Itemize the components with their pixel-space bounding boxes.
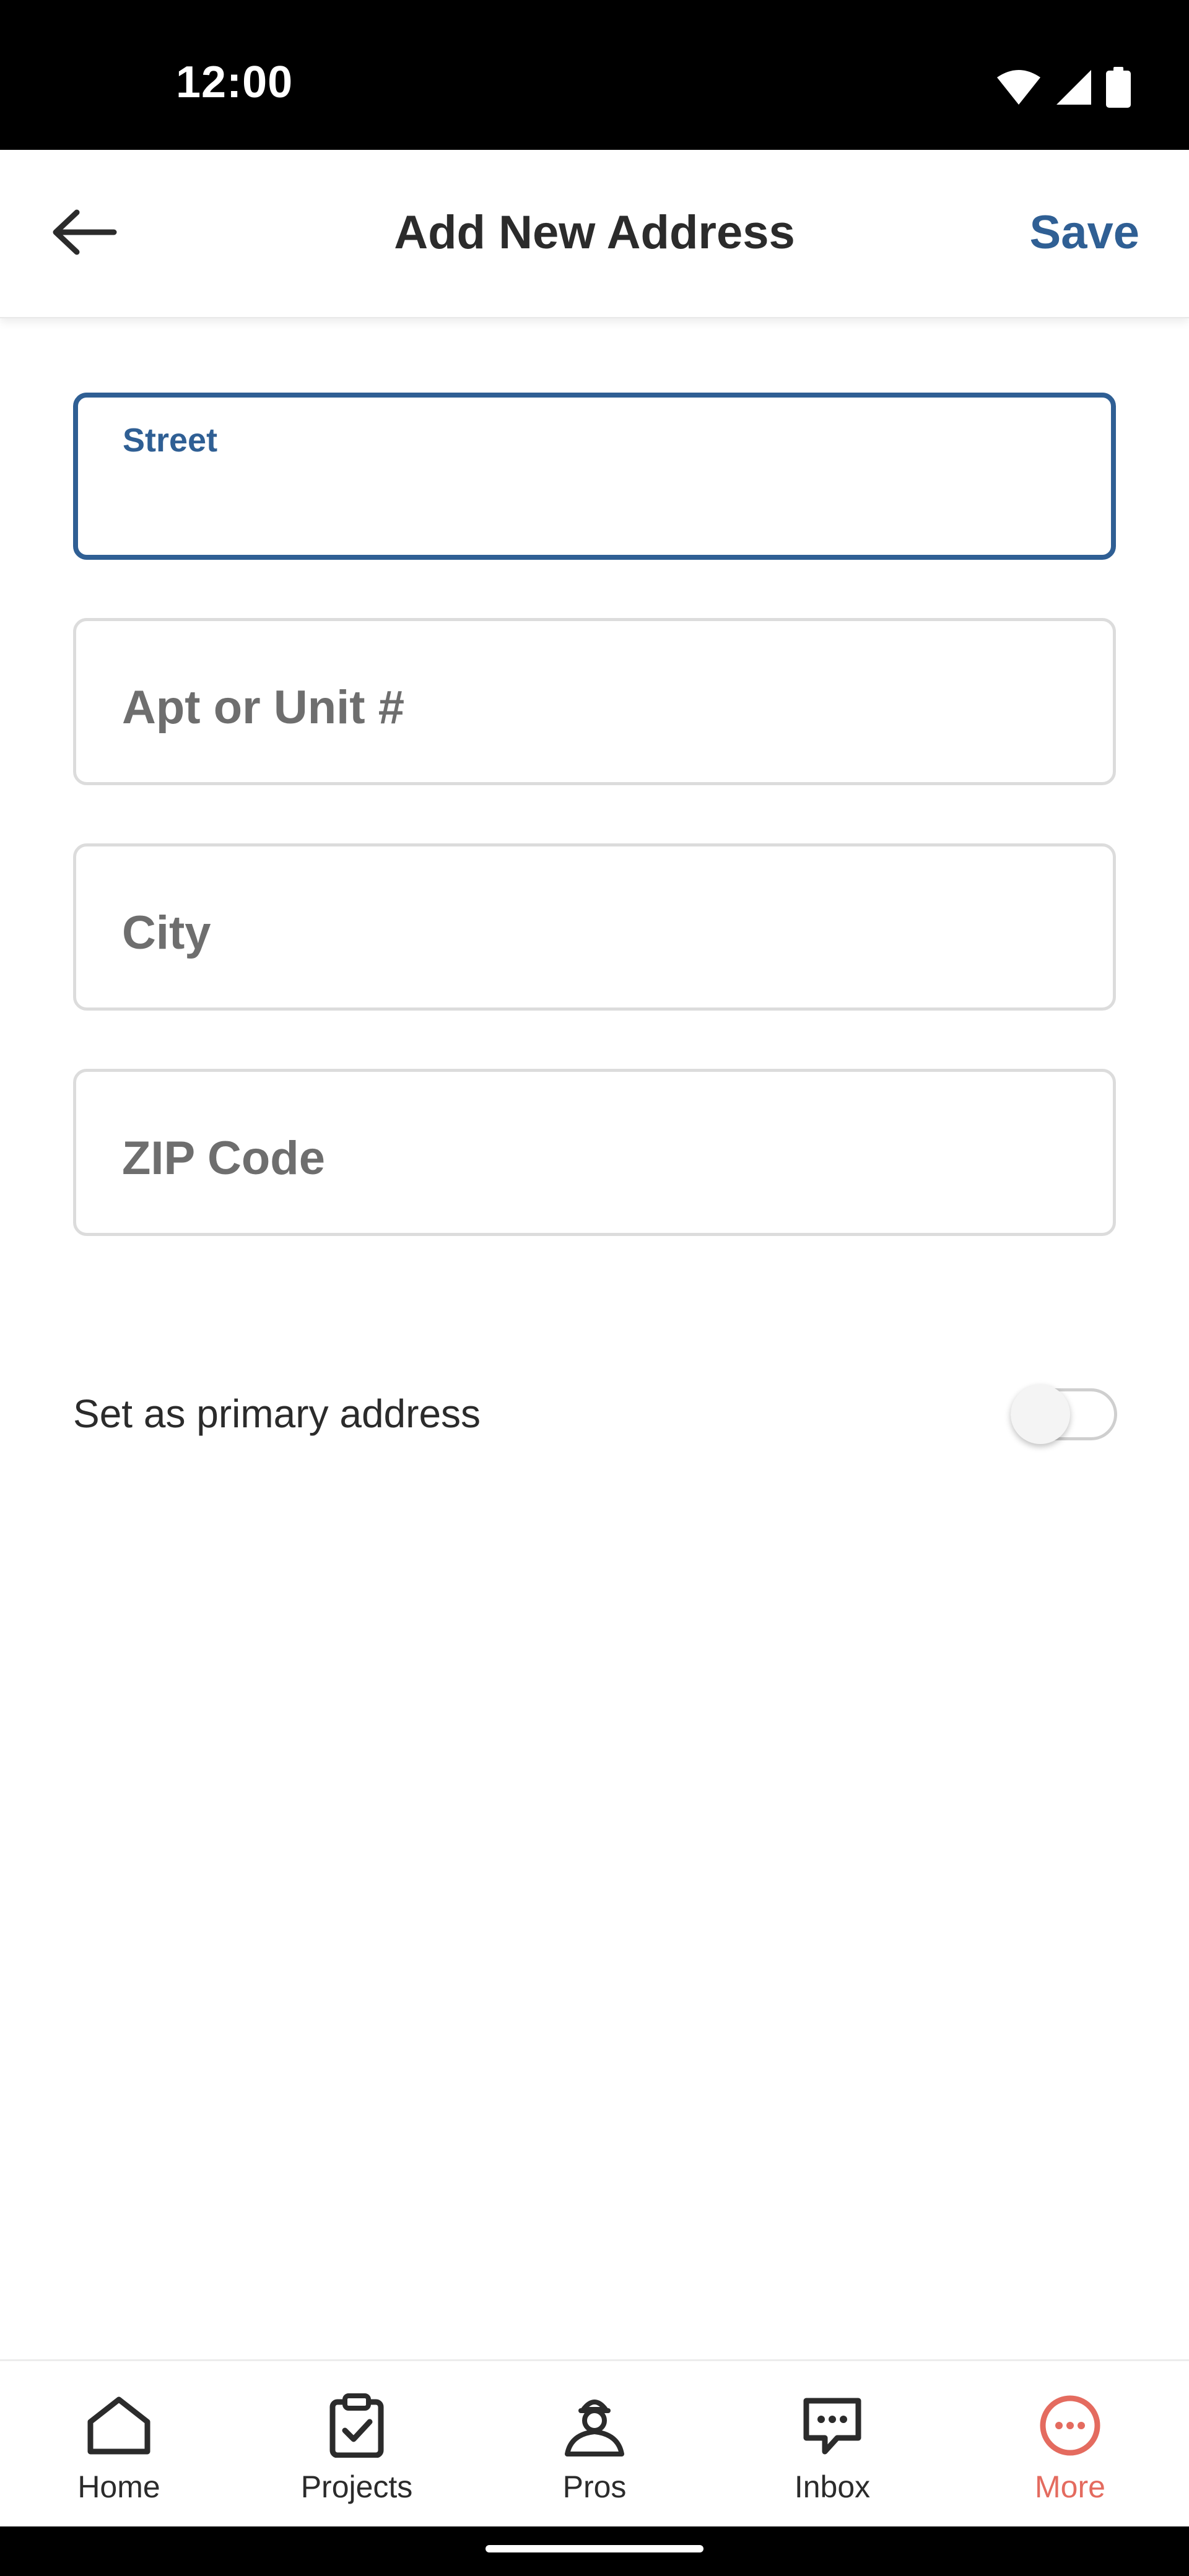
street-field-label: Street: [123, 422, 218, 459]
zip-code-placeholder: ZIP Code: [122, 1132, 325, 1185]
toggle-thumb: [1011, 1385, 1070, 1444]
nav-label-projects: Projects: [300, 2469, 413, 2504]
chat-bubble-icon: [800, 2388, 865, 2463]
nav-item-inbox[interactable]: Inbox: [713, 2361, 951, 2528]
city-field[interactable]: City: [73, 843, 1116, 1011]
app-bar: Add New Address Save: [0, 150, 1189, 318]
wifi-icon: [996, 69, 1042, 109]
status-icons: [996, 67, 1131, 111]
nav-label-home: Home: [77, 2469, 160, 2504]
battery-icon: [1106, 67, 1131, 111]
add-address-screen: 12:00 Add New Address Save Street Apt or…: [0, 0, 1189, 2576]
more-dots-icon: [1038, 2388, 1102, 2463]
page-title: Add New Address: [394, 206, 795, 259]
nav-item-more[interactable]: More: [951, 2361, 1189, 2528]
primary-address-label: Set as primary address: [73, 1391, 481, 1436]
nav-label-pros: Pros: [562, 2469, 627, 2504]
primary-address-toggle[interactable]: [1011, 1385, 1117, 1444]
home-gesture-handle[interactable]: [486, 2545, 703, 2552]
system-gesture-bar: [0, 2526, 1189, 2576]
status-time: 12:00: [176, 58, 294, 107]
nav-item-home[interactable]: Home: [0, 2361, 238, 2528]
bottom-navigation: Home Projects Pros Inbox More: [0, 2359, 1189, 2526]
street-field[interactable]: Street: [73, 393, 1116, 560]
zip-code-field[interactable]: ZIP Code: [73, 1069, 1116, 1236]
save-button[interactable]: Save: [1030, 206, 1140, 259]
city-placeholder: City: [122, 907, 211, 959]
nav-item-pros[interactable]: Pros: [476, 2361, 713, 2528]
apt-unit-placeholder: Apt or Unit #: [122, 681, 404, 734]
nav-label-more: More: [1035, 2469, 1105, 2504]
nav-label-inbox: Inbox: [794, 2469, 871, 2504]
apt-unit-field[interactable]: Apt or Unit #: [73, 618, 1116, 785]
status-bar: 12:00: [0, 0, 1189, 150]
pro-person-icon: [562, 2388, 627, 2463]
nav-item-projects[interactable]: Projects: [238, 2361, 476, 2528]
clipboard-check-icon: [329, 2388, 385, 2463]
home-icon: [84, 2388, 154, 2463]
cellular-signal-icon: [1055, 69, 1092, 109]
